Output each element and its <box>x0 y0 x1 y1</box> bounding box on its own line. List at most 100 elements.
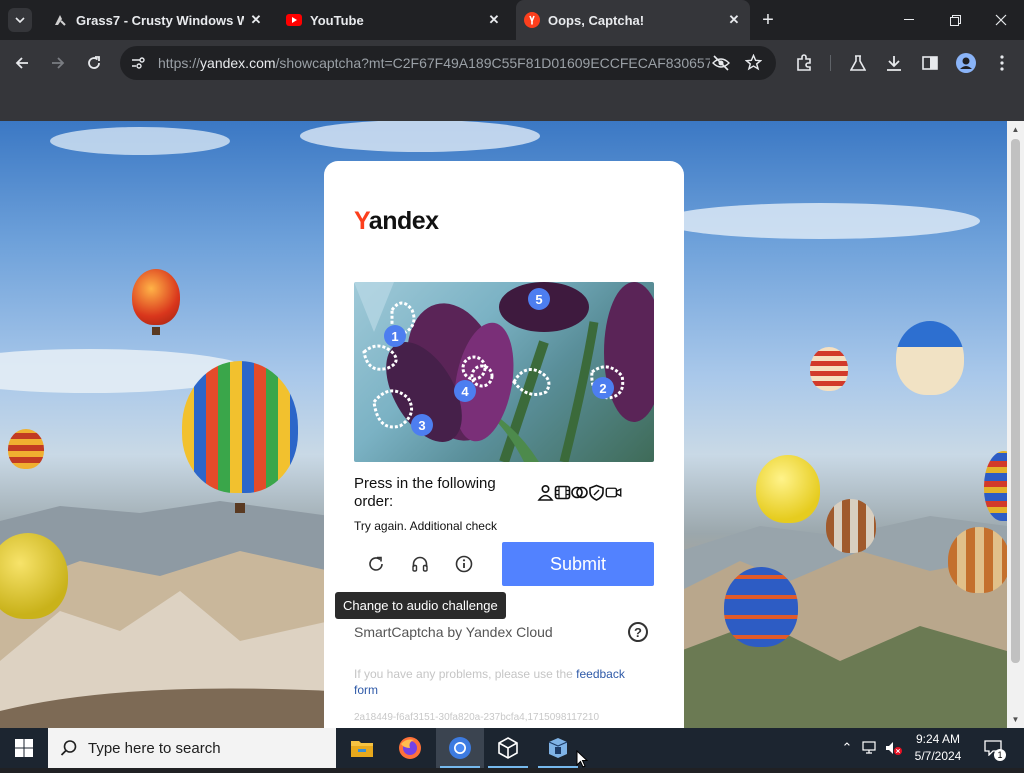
youtube-icon <box>286 12 302 28</box>
taskbar: Type here to search ⌃ 9:24 AM 5/7/2024 1 <box>0 728 1024 768</box>
clock-time: 9:24 AM <box>915 732 961 746</box>
toolbar-divider <box>830 55 831 71</box>
flask-icon <box>850 55 866 71</box>
logo-text: andex <box>368 207 439 235</box>
virtualbox-icon <box>548 738 568 758</box>
arrow-right-icon <box>52 57 65 69</box>
submit-button[interactable]: Submit <box>502 542 654 586</box>
audio-challenge-button[interactable] <box>408 552 432 576</box>
scroll-up-icon[interactable]: ▲ <box>1011 125 1020 134</box>
feedback-text: If you have any problems, please use the <box>354 667 577 681</box>
error-message: Try again. Additional check <box>354 519 497 533</box>
taskbar-3d-app[interactable] <box>484 728 532 768</box>
back-button[interactable] <box>10 51 34 75</box>
marker-3: 3 <box>411 414 433 436</box>
menu-button[interactable] <box>990 51 1014 75</box>
show-hidden-icons[interactable]: ⌃ <box>838 728 856 768</box>
chevron-up-icon: ⌃ <box>841 740 853 755</box>
marker-2: 2 <box>592 377 614 399</box>
new-tab-button[interactable]: + <box>756 8 780 32</box>
reload-icon <box>88 56 100 69</box>
url-scheme: https:// <box>158 55 201 71</box>
start-button[interactable] <box>0 728 48 768</box>
balloon-basket <box>235 503 245 513</box>
eye-off-icon[interactable] <box>712 55 730 76</box>
feedback-note: If you have any problems, please use the… <box>354 666 644 698</box>
puzzle-icon <box>797 54 811 71</box>
info-button[interactable] <box>452 552 476 576</box>
clock-date: 5/7/2024 <box>914 749 962 763</box>
page-scrollbar[interactable]: ▲ ▼ <box>1007 121 1024 728</box>
logo-letter: Y <box>354 207 369 235</box>
side-panel-button[interactable] <box>918 51 942 75</box>
balloon <box>948 527 1007 593</box>
site-settings-icon[interactable] <box>130 55 146 76</box>
person-icon <box>537 484 554 501</box>
close-window-button[interactable] <box>978 0 1024 40</box>
balloon-basket <box>152 327 160 335</box>
notifications-button[interactable]: 1 <box>980 728 1006 768</box>
system-clock[interactable]: 9:24 AM 5/7/2024 <box>906 731 970 765</box>
minimize-button[interactable] <box>886 0 932 40</box>
forward-button[interactable] <box>46 51 70 75</box>
search-icon <box>60 739 78 762</box>
help-icon[interactable]: ? <box>628 622 648 642</box>
reload-button[interactable] <box>82 51 106 75</box>
tab-search-button[interactable] <box>8 8 32 32</box>
balloon <box>8 429 44 469</box>
browser-toolbar: https://yandex.com/showcaptcha?mt=C2F67F… <box>0 40 1024 86</box>
plus-icon: + <box>762 8 774 31</box>
star-icon[interactable] <box>744 53 763 76</box>
cube-icon <box>498 737 518 759</box>
bookmarks-bar <box>0 86 1024 121</box>
taskbar-search-box[interactable]: Type here to search <box>48 728 336 768</box>
balloon <box>756 455 820 523</box>
url-text: https://yandex.com/showcaptcha?mt=C2F67F… <box>158 55 710 71</box>
rings-icon <box>571 484 588 501</box>
folder-icon <box>351 741 373 757</box>
close-icon <box>995 14 1007 26</box>
taskbar-file-explorer[interactable] <box>338 728 386 768</box>
refresh-icon <box>369 556 383 571</box>
taskbar-chrome[interactable] <box>436 728 484 768</box>
close-icon[interactable]: ✕ <box>248 12 264 28</box>
balloon <box>724 567 798 647</box>
scroll-thumb[interactable] <box>1011 139 1020 663</box>
arrow-left-icon <box>15 57 28 69</box>
taskbar-firefox[interactable] <box>386 728 434 768</box>
tab-captcha[interactable]: Oops, Captcha! ✕ <box>516 0 750 40</box>
downloads-button[interactable] <box>882 51 906 75</box>
marker-5: 5 <box>528 288 550 310</box>
labs-button[interactable] <box>846 51 870 75</box>
tab-title: YouTube <box>310 12 364 28</box>
film-icon <box>554 484 571 501</box>
url-path: /showcaptcha?mt=C2F67F49A189C55F81D01609… <box>275 55 710 71</box>
address-bar[interactable]: https://yandex.com/showcaptcha?mt=C2F67F… <box>120 46 776 80</box>
close-icon[interactable]: ✕ <box>486 12 502 28</box>
network-icon[interactable] <box>860 728 880 768</box>
restore-button[interactable] <box>932 0 978 40</box>
volume-muted-icon[interactable] <box>884 728 904 768</box>
extensions-button[interactable] <box>792 51 816 75</box>
minimize-icon <box>904 19 914 20</box>
chevron-down-icon <box>15 17 25 23</box>
profile-button[interactable] <box>954 51 978 75</box>
refresh-button[interactable] <box>364 552 388 576</box>
tab-grass7[interactable]: Grass7 - Crusty Windows Wiki ✕ <box>40 0 272 40</box>
restore-icon <box>949 14 961 26</box>
close-icon[interactable]: ✕ <box>726 12 742 28</box>
captcha-image[interactable]: 1 2 3 4 5 <box>354 282 654 462</box>
scroll-down-icon[interactable]: ▼ <box>1011 715 1020 724</box>
balloon <box>132 269 180 325</box>
notification-count: 1 <box>994 749 1006 761</box>
request-hash: 2a18449-f6af3151-30fa820a-237bcfa4,17150… <box>354 712 600 723</box>
side-panel-icon <box>922 56 938 70</box>
download-icon <box>887 56 901 71</box>
taskbar-virtualbox[interactable] <box>534 728 582 768</box>
tab-title: Oops, Captcha! <box>548 12 645 28</box>
tab-youtube[interactable]: YouTube ✕ <box>278 0 510 40</box>
headphones-icon <box>412 556 428 572</box>
avatar-icon <box>956 53 976 73</box>
tulips-picture <box>354 282 654 462</box>
windows-logo-icon <box>15 739 33 757</box>
